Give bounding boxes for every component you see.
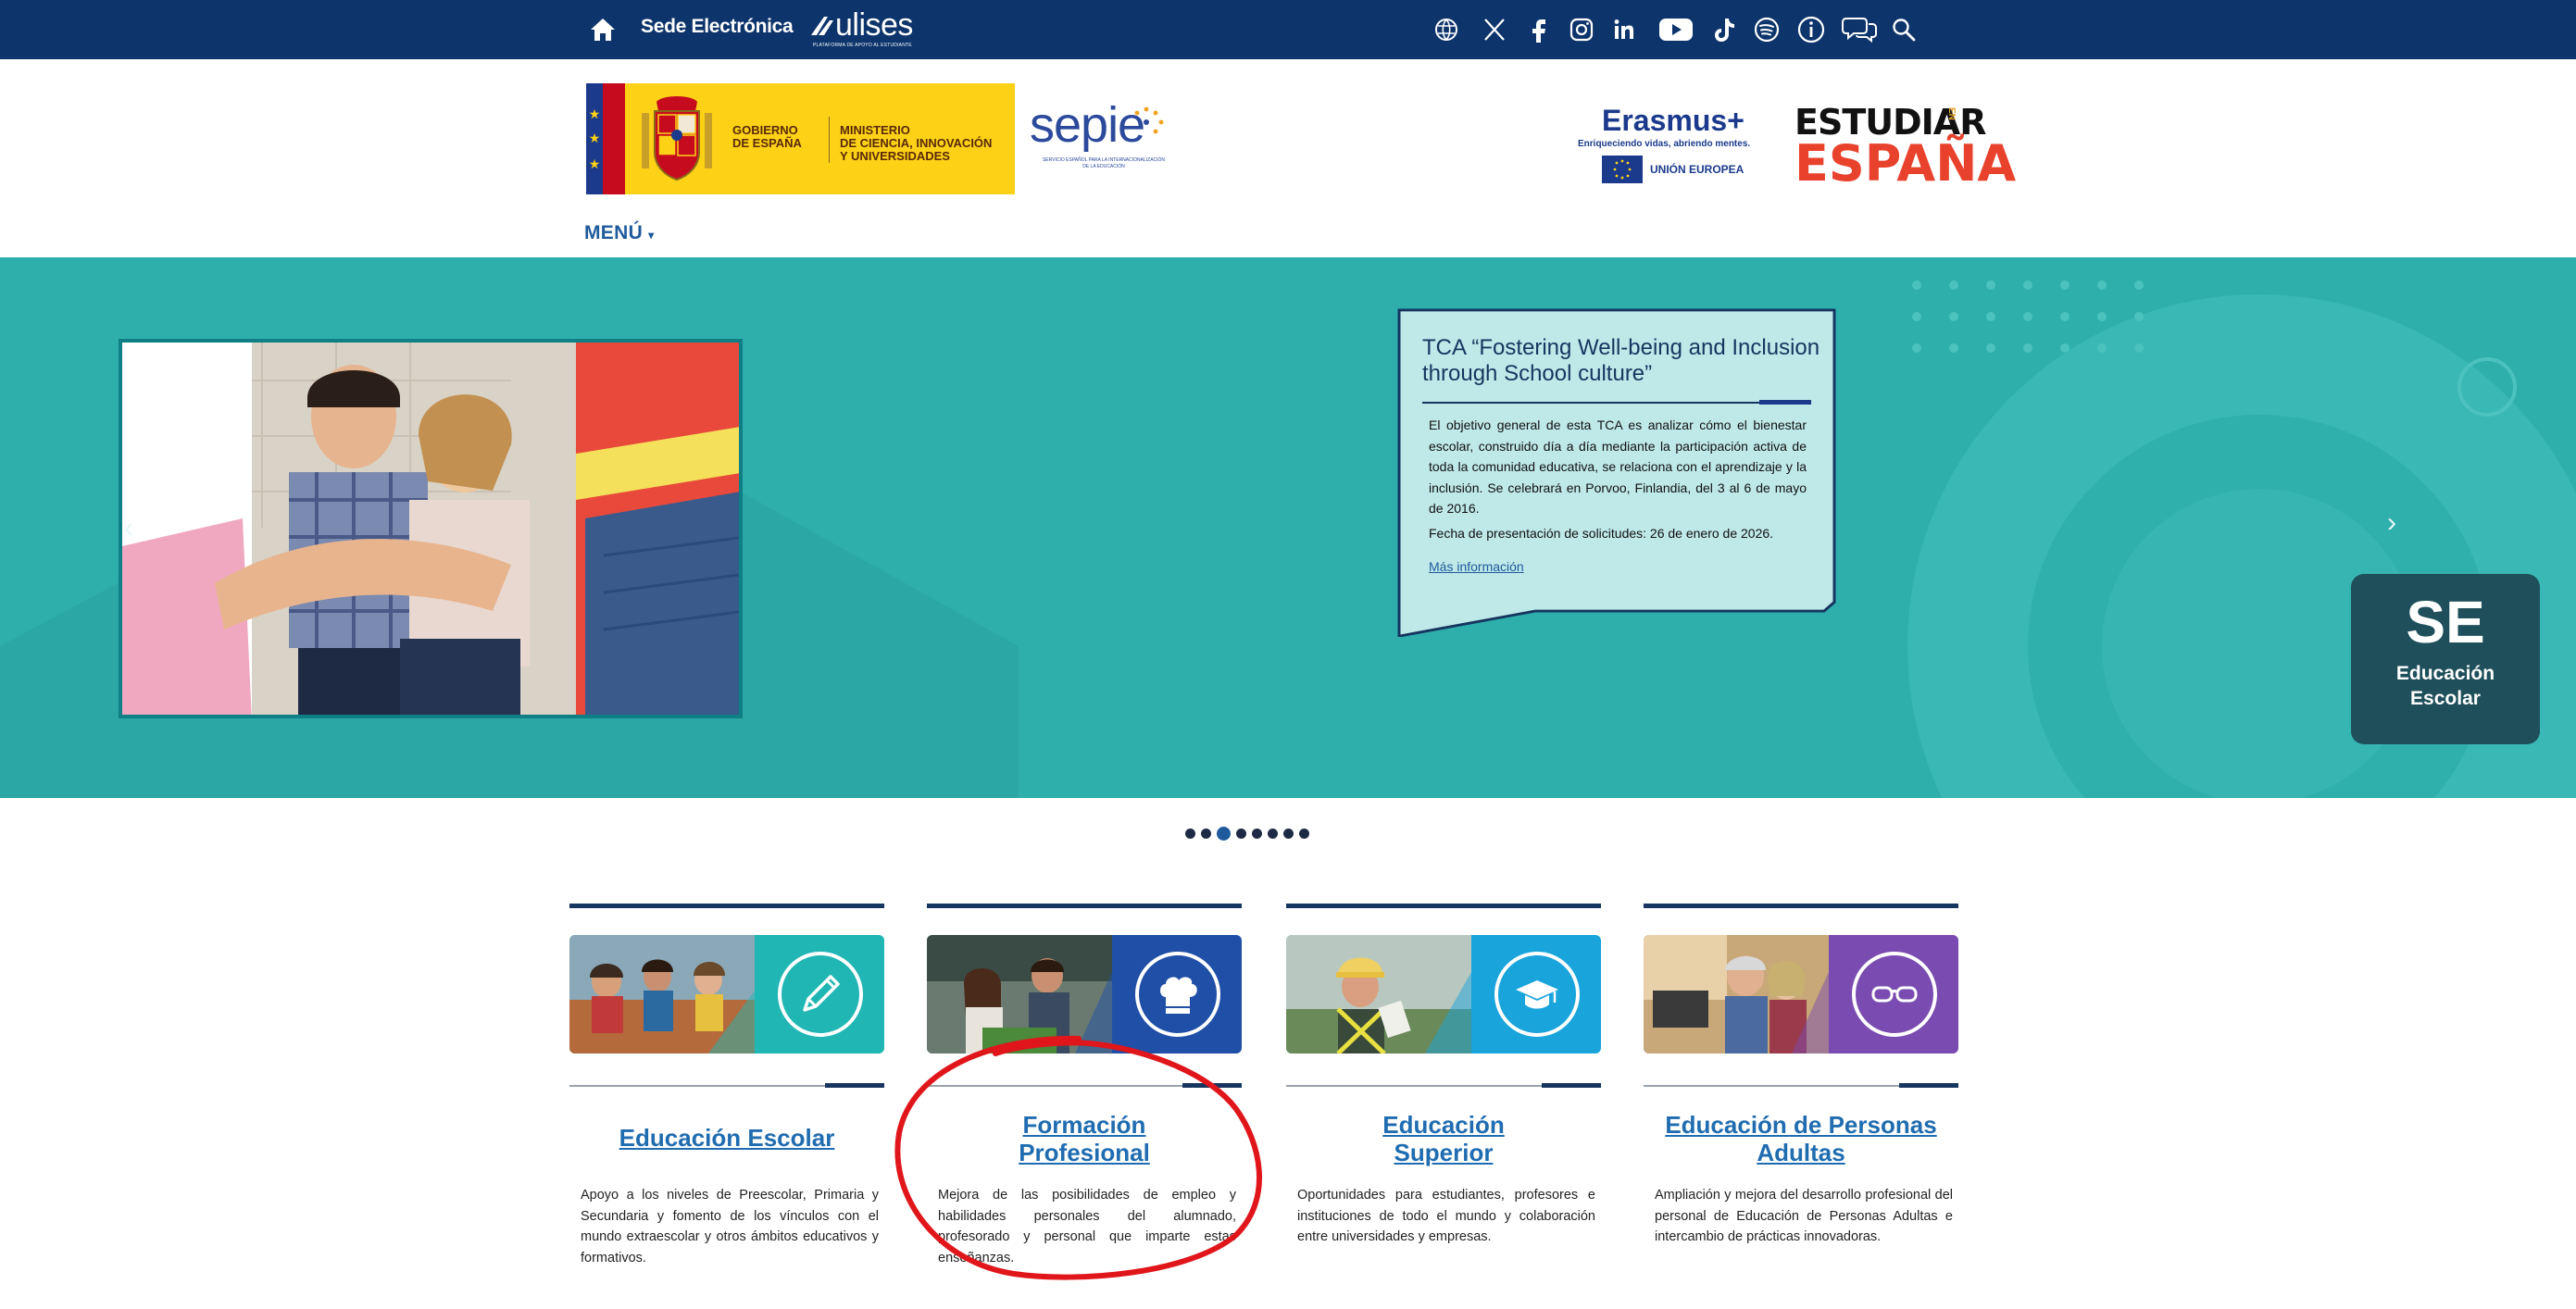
category-card-educacion-superior: Educación Superior Oportunidades para es…	[1286, 904, 1601, 1278]
ulises-wordmark: ulises	[835, 7, 913, 43]
instagram-icon[interactable]	[1565, 13, 1598, 46]
caret-down-icon: ▾	[648, 229, 655, 242]
engineer-photo	[1286, 935, 1471, 1053]
card-top-rule	[1644, 904, 1958, 908]
sepie-dots-icon	[1134, 106, 1164, 134]
ministerio-text: MINISTERIO DE CIENCIA, INNOVACIÓN Y UNIV…	[840, 123, 993, 163]
category-card-educacion-personas-adultas: Educación de Personas Adultas Ampliación…	[1644, 904, 1958, 1278]
x-icon[interactable]	[1478, 13, 1511, 46]
badge-short-text: SE	[2406, 589, 2485, 655]
category-card-educacion-escolar: Educación Escolar Apoyo a los niveles de…	[569, 904, 884, 1278]
hero-carousel: ‹ › TCA “Fostering Well-being and Inclus…	[0, 257, 2576, 798]
announcement-body: El objetivo general de esta TCA es anali…	[1429, 418, 1807, 516]
ulises-mark-icon	[811, 17, 833, 35]
ulises-logo[interactable]: ulises PLATAFORMA DE APOYO AL ESTUDIANTE	[809, 9, 913, 50]
tiktok-icon[interactable]	[1707, 13, 1741, 46]
erasmus-title: Erasmus+	[1602, 104, 1744, 137]
carousel-dot-5[interactable]	[1252, 829, 1262, 839]
sepie-logo[interactable]: sepie SERVICIO ESPAÑOL PARA LA INTERNACI…	[1030, 100, 1169, 178]
facebook-icon[interactable]	[1522, 13, 1556, 46]
educacion-superior-desc: Oportunidades para estudiantes, profesor…	[1297, 1188, 1595, 1244]
card-mid-rule-accent	[825, 1083, 884, 1088]
youtube-icon[interactable]	[1656, 13, 1696, 46]
eu-flag-icon	[1602, 156, 1643, 183]
linkedin-icon[interactable]	[1607, 13, 1641, 46]
erasmus-subtitle: Enriqueciendo vidas, abriendo mentes.	[1578, 139, 1751, 149]
category-card-formacion-profesional: Formación Profesional Mejora de las posi…	[927, 904, 1242, 1278]
star-icon: ★	[588, 131, 601, 145]
home-icon[interactable]	[589, 17, 617, 43]
star-icon: ★	[588, 106, 601, 121]
educacion-personas-adultas-link[interactable]: Educación de Personas Adultas	[1644, 1111, 1958, 1166]
info-icon[interactable]	[1794, 13, 1828, 46]
badge-label: Educación Escolar	[2395, 663, 2495, 709]
search-icon[interactable]	[1887, 13, 1920, 46]
carousel-dot-8[interactable]	[1299, 829, 1309, 839]
eurodesk-icon[interactable]	[1430, 13, 1463, 46]
carousel-dot-7[interactable]	[1283, 829, 1294, 839]
card-mid-rule-accent	[1182, 1083, 1242, 1088]
educacion-escolar-banner[interactable]	[569, 935, 884, 1053]
espana-text: ESPAÑA	[1794, 134, 2017, 193]
educacion-escolar-desc: Apoyo a los niveles de Preescolar, Prima…	[581, 1188, 879, 1265]
coat-of-arms-icon	[642, 96, 712, 181]
card-mid-rule-accent	[1542, 1083, 1601, 1088]
kitchen-students-photo	[927, 935, 1112, 1053]
sepie-tagline: SERVICIO ESPAÑOL PARA LA INTERNACIONALIZ…	[1042, 157, 1166, 169]
formacion-profesional-desc: Mejora de las posibilidades de empleo y …	[938, 1188, 1236, 1265]
chef-hat-icon	[1160, 977, 1197, 1014]
educacion-personas-adultas-desc: Ampliación y mejora del desarrollo profe…	[1655, 1188, 1953, 1244]
mas-informacion-link[interactable]: Más información	[1429, 559, 1524, 574]
carousel-indicators	[1185, 827, 1309, 842]
educacion-escolar-link[interactable]: Educación Escolar	[569, 1124, 884, 1152]
union-europea-text: UNIÓN EUROPEA	[1650, 163, 1744, 176]
card-mid-rule-accent	[1899, 1083, 1958, 1088]
announcement-rule-accent	[1759, 400, 1811, 405]
carousel-dot-4[interactable]	[1236, 829, 1246, 839]
gobierno-de-espana-logo[interactable]: ★ ★ ★ GOBIERNO DE ESPAÑA MINISTERIO DE C…	[586, 83, 1015, 194]
educacion-personas-adultas-banner[interactable]	[1644, 935, 1958, 1053]
chat-icon[interactable]	[1839, 13, 1880, 46]
graduation-cap-icon	[1516, 980, 1558, 1009]
glasses-icon	[1871, 986, 1918, 1003]
star-icon: ★	[588, 156, 601, 171]
estudiar-en-espana-logo[interactable]: ESTUDIAR EN ESPAÑA	[1794, 104, 2016, 189]
carousel-dot-1[interactable]	[1185, 829, 1195, 839]
erasmus-plus-logo[interactable]: Erasmus+ Enriqueciendo vidas, abriendo m…	[1574, 104, 1769, 187]
carousel-dot-6[interactable]	[1268, 829, 1278, 839]
menu-label: MENÚ	[584, 222, 644, 243]
formacion-profesional-link[interactable]: Formación Profesional	[927, 1111, 1242, 1166]
formacion-profesional-banner[interactable]	[927, 935, 1242, 1053]
ulises-subtitle: PLATAFORMA DE APOYO AL ESTUDIANTE	[813, 43, 912, 48]
educacion-superior-banner[interactable]	[1286, 935, 1601, 1053]
en-text: EN	[1946, 107, 1957, 120]
logo-divider	[829, 117, 830, 163]
top-bar: Sede Electrónica ulises PLATAFORMA DE AP…	[0, 0, 2576, 59]
adult-learners-photo	[1644, 935, 1829, 1053]
hero-photo-children	[119, 339, 743, 718]
educacion-superior-link[interactable]: Educación Superior	[1286, 1111, 1601, 1166]
spotify-icon[interactable]	[1750, 13, 1783, 46]
card-top-rule	[1286, 904, 1601, 908]
educacion-escolar-badge[interactable]: SE Educación Escolar	[2351, 574, 2540, 744]
students-photo	[569, 935, 755, 1053]
carousel-prev-button[interactable]: ‹	[124, 513, 133, 544]
gobierno-text: GOBIERNO DE ESPAÑA	[732, 123, 802, 150]
sede-electronica-link[interactable]: Sede Electrónica	[641, 16, 794, 38]
announcement-title: TCA “Fostering Well-being and Inclusion …	[1422, 335, 1820, 386]
card-top-rule	[569, 904, 884, 908]
carousel-dot-2[interactable]	[1201, 829, 1211, 839]
carousel-next-button[interactable]: ›	[2387, 507, 2396, 539]
announcement-rule	[1422, 402, 1811, 404]
main-menu-button[interactable]: MENÚ ▾	[584, 222, 655, 244]
carousel-dot-3[interactable]	[1217, 827, 1231, 841]
pencil-icon	[803, 975, 840, 1012]
announcement-deadline: Fecha de presentación de solicitudes: 26…	[1429, 526, 1774, 541]
card-top-rule	[927, 904, 1242, 908]
